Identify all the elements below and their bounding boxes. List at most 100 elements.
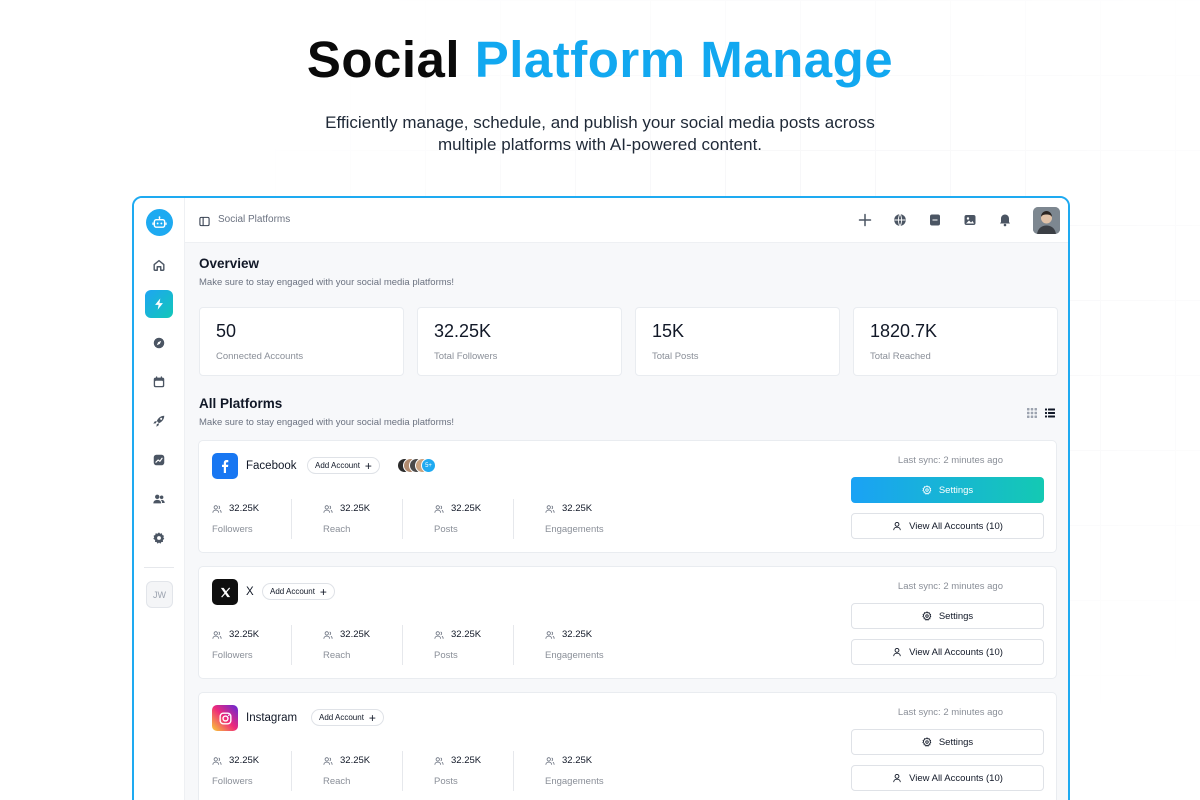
metric-value: 32.25K	[562, 503, 593, 514]
settings-button[interactable]: Settings	[851, 477, 1044, 503]
stat-value: 1820.7K	[870, 321, 938, 341]
app-window: JW Social Platforms Overview Make sure t…	[132, 196, 1070, 800]
add-account-label: Add Account	[319, 713, 364, 722]
metric-label: Reach	[323, 524, 351, 535]
add-account-button[interactable]: Add Account +	[307, 457, 380, 474]
users-icon	[434, 756, 444, 765]
user-initials-avatar[interactable]: JW	[146, 581, 173, 608]
globe-icon[interactable]	[891, 211, 909, 229]
lightning-icon	[155, 298, 163, 310]
settings-label: Settings	[938, 736, 974, 748]
view-all-accounts-button[interactable]: View All Accounts (10)	[851, 639, 1044, 665]
instagram-icon	[212, 705, 238, 731]
settings-button[interactable]: Settings	[851, 729, 1044, 755]
settings-label: Settings	[938, 484, 974, 496]
user-avatar[interactable]	[1033, 207, 1060, 234]
image-icon[interactable]	[961, 211, 979, 229]
metric-reach: 32.25K Reach	[323, 627, 433, 681]
metric-followers: 32.25K Followers	[212, 753, 322, 800]
sidebar-item-analytics[interactable]	[145, 446, 173, 474]
sidebar-item-launch[interactable]	[145, 407, 173, 435]
users-icon	[323, 504, 333, 513]
topbar: Social Platforms	[185, 198, 1068, 243]
facebook-icon	[212, 453, 238, 479]
metric-posts: 32.25K Posts	[434, 627, 544, 681]
users-icon	[323, 630, 333, 639]
user-icon	[893, 521, 901, 531]
settings-button[interactable]: Settings	[851, 603, 1044, 629]
metric-followers: 32.25K Followers	[212, 501, 322, 555]
last-sync-text: Last sync: 2 minutes ago	[897, 707, 1003, 718]
user-icon	[893, 647, 901, 657]
gear-icon	[153, 532, 165, 544]
metric-value: 32.25K	[340, 755, 371, 766]
all-platforms-subtitle: Make sure to stay engaged with your soci…	[199, 417, 455, 428]
view-all-accounts-button[interactable]: View All Accounts (10)	[851, 513, 1044, 539]
hero-title-part1: Social	[306, 31, 461, 88]
user-icon	[893, 773, 901, 783]
add-account-label: Add Account	[315, 461, 360, 470]
document-icon[interactable]	[926, 211, 944, 229]
bell-icon[interactable]	[996, 211, 1014, 229]
hero-subtitle-line2: multiple platforms with AI-powered conte…	[437, 135, 763, 154]
add-account-button[interactable]: Add Account +	[262, 583, 335, 600]
sidebar-item-team[interactable]	[145, 485, 173, 513]
metric-divider	[402, 751, 403, 791]
platform-card-x: X Add Account + 32.25K Followers 32.25K …	[198, 566, 1057, 679]
gear-icon	[922, 611, 932, 621]
sidebar-item-explore[interactable]	[145, 329, 173, 357]
stat-label: Total Followers	[434, 351, 498, 362]
last-sync-text: Last sync: 2 minutes ago	[897, 581, 1003, 592]
breadcrumb[interactable]: Social Platforms	[218, 214, 290, 225]
stat-card-connected-accounts: 50 Connected Accounts	[199, 307, 404, 376]
metric-engagements: 32.25K Engagements	[545, 501, 655, 555]
add-account-button[interactable]: Add Account +	[311, 709, 384, 726]
metric-label: Engagements	[545, 524, 604, 535]
last-sync-text: Last sync: 2 minutes ago	[897, 455, 1003, 466]
metric-label: Reach	[323, 650, 351, 661]
plus-icon: +	[319, 584, 327, 599]
metric-posts: 32.25K Posts	[434, 753, 544, 800]
robot-icon[interactable]	[146, 209, 173, 236]
platform-name: Instagram	[246, 712, 298, 724]
hero-title-part2: Platform Manage	[474, 31, 894, 88]
metric-label: Posts	[434, 650, 458, 661]
sidebar-item-social-platforms[interactable]	[145, 290, 173, 318]
calendar-icon	[153, 376, 165, 388]
home-icon	[153, 259, 165, 271]
settings-label: Settings	[938, 610, 974, 622]
stat-label: Total Reached	[870, 351, 931, 362]
plus-icon: +	[368, 710, 376, 725]
add-account-label: Add Account	[270, 587, 315, 596]
stat-label: Total Posts	[652, 351, 699, 362]
view-all-accounts-button[interactable]: View All Accounts (10)	[851, 765, 1044, 791]
sidebar-item-settings[interactable]	[145, 524, 173, 552]
metric-followers: 32.25K Followers	[212, 627, 322, 681]
sidebar: JW	[134, 198, 185, 800]
rocket-icon	[153, 415, 165, 427]
overview-subtitle: Make sure to stay engaged with your soci…	[199, 277, 455, 288]
overview-title: Overview	[199, 256, 260, 271]
metric-divider	[402, 499, 403, 539]
metric-engagements: 32.25K Engagements	[545, 753, 655, 800]
metric-engagements: 32.25K Engagements	[545, 627, 655, 681]
grid-view-icon[interactable]	[1026, 406, 1039, 419]
platform-card-facebook: Facebook Add Account + 5+ 32.25K Followe…	[198, 440, 1057, 553]
chart-icon	[153, 454, 165, 466]
list-view-icon[interactable]	[1044, 406, 1057, 419]
metric-reach: 32.25K Reach	[323, 753, 433, 800]
metric-label: Reach	[323, 776, 351, 787]
stat-card-total-followers: 32.25K Total Followers	[417, 307, 622, 376]
metric-label: Followers	[212, 650, 253, 661]
metric-divider	[291, 751, 292, 791]
metric-label: Posts	[434, 776, 458, 787]
plus-icon[interactable]	[856, 211, 874, 229]
sidebar-item-home[interactable]	[145, 251, 173, 279]
sidebar-item-calendar[interactable]	[145, 368, 173, 396]
metric-label: Posts	[434, 524, 458, 535]
sidebar-toggle-icon[interactable]	[199, 214, 210, 232]
platform-name: Facebook	[246, 460, 297, 472]
more-avatars-badge: 5+	[421, 458, 436, 473]
metric-value: 32.25K	[451, 503, 482, 514]
users-icon	[545, 504, 555, 513]
